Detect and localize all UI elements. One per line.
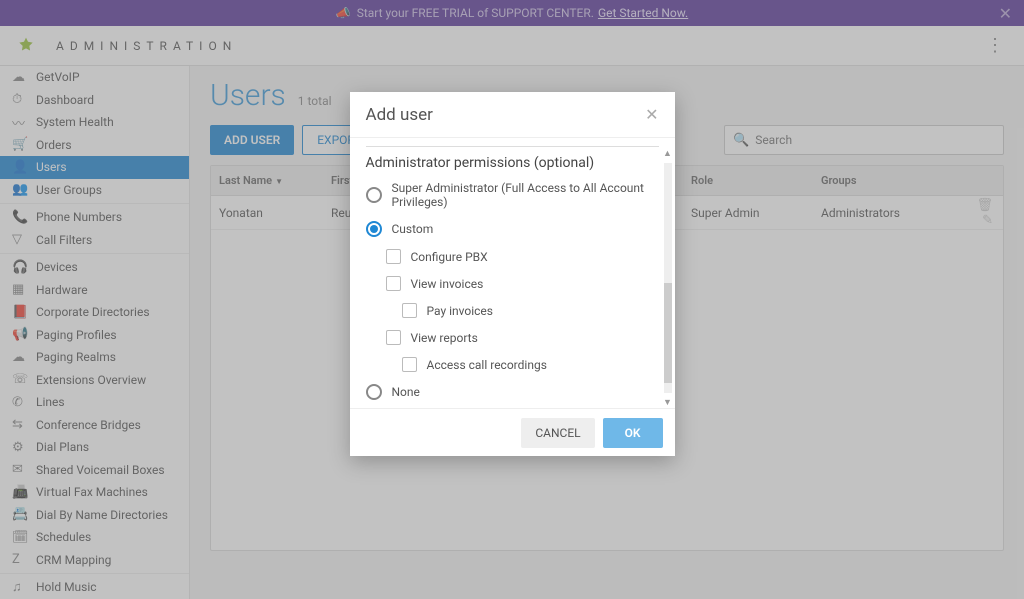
checkbox-icon (386, 276, 401, 291)
modal-scrollbar[interactable]: ▲ ▼ (661, 148, 675, 408)
permissions-section-title: Administrator permissions (optional) (366, 155, 659, 171)
checkbox-icon (402, 357, 417, 372)
check-view-reports[interactable]: View reports (386, 330, 659, 345)
checkbox-icon (386, 249, 401, 264)
scroll-up-icon[interactable]: ▲ (663, 148, 672, 159)
modal-close-icon[interactable]: ✕ (645, 105, 658, 124)
ok-button[interactable]: OK (603, 418, 663, 448)
radio-icon (366, 384, 382, 400)
modal-title: Add user (366, 105, 433, 125)
radio-custom[interactable]: Custom (366, 221, 659, 237)
cancel-button[interactable]: CANCEL (521, 418, 594, 448)
check-pay-invoices[interactable]: Pay invoices (402, 303, 659, 318)
check-configure-pbx[interactable]: Configure PBX (386, 249, 659, 264)
radio-checked-icon (366, 221, 382, 237)
radio-icon (366, 187, 382, 203)
scroll-down-icon[interactable]: ▼ (663, 397, 672, 408)
modal-overlay: Add user ✕ Administrator permissions (op… (0, 0, 1024, 599)
add-user-modal: Add user ✕ Administrator permissions (op… (350, 92, 675, 456)
check-view-invoices[interactable]: View invoices (386, 276, 659, 291)
checkbox-icon (386, 330, 401, 345)
radio-none[interactable]: None (366, 384, 659, 400)
check-access-recordings[interactable]: Access call recordings (402, 357, 659, 372)
checkbox-icon (402, 303, 417, 318)
radio-super-admin[interactable]: Super Administrator (Full Access to All … (366, 181, 659, 209)
